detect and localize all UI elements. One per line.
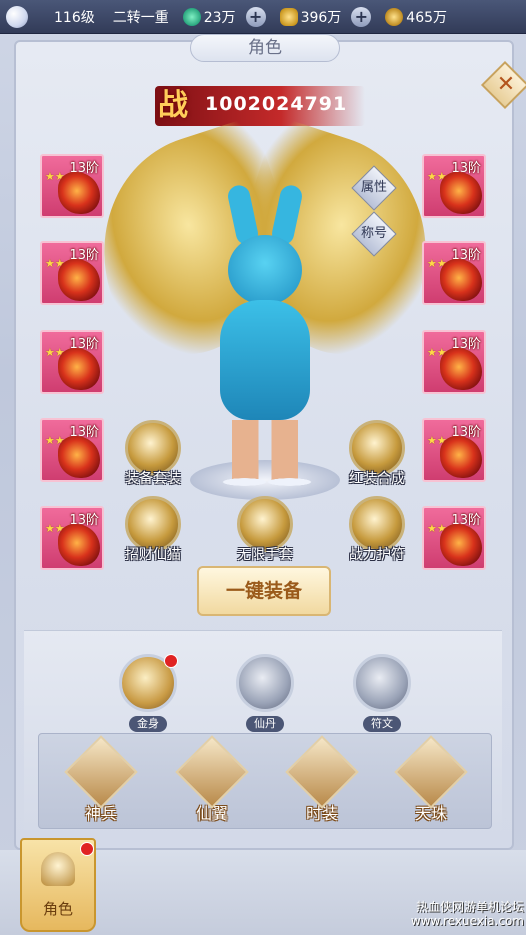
player-realm: 二转一重 xyxy=(112,9,169,26)
title-button[interactable]: 称号 xyxy=(354,214,394,254)
jade-amount: 23万 xyxy=(203,9,236,26)
belt-icon xyxy=(440,348,482,390)
coin-amount: 465万 xyxy=(406,9,448,26)
watermark: 热血侠网游单机论坛 www.rexuexia.com xyxy=(404,900,524,928)
power-charm-button[interactable]: 战力护符 xyxy=(342,496,412,564)
jade-icon xyxy=(182,7,201,26)
equip-set-label: 装备套装 xyxy=(125,471,181,487)
elixir-button[interactable]: 仙丹 xyxy=(233,654,297,732)
infinite-glove-button[interactable]: 无限手套 xyxy=(230,496,300,564)
rune-label: 符文 xyxy=(363,716,401,732)
red-synth-button[interactable]: 红装合成 xyxy=(342,420,412,488)
ingot-icon xyxy=(279,7,298,26)
add-ingot-button[interactable]: + xyxy=(351,6,372,27)
player-level: 116级 xyxy=(54,9,95,26)
divine-weapon-icon xyxy=(64,735,138,809)
power-charm-label: 战力护符 xyxy=(349,547,405,563)
rune-button[interactable]: 符文 xyxy=(350,654,414,732)
combat-power-icon: 战 xyxy=(158,88,188,123)
character-head[interactable] xyxy=(228,235,302,305)
shoulder-icon xyxy=(440,172,482,214)
red-synth-label: 红装合成 xyxy=(349,471,405,487)
ring-icon xyxy=(440,436,482,478)
golden-body-label: 金身 xyxy=(129,716,167,732)
coin-currency: 465万 xyxy=(385,7,447,27)
ingot-currency: 396万 xyxy=(279,7,342,27)
slot-stars: ★★★★ xyxy=(45,257,84,271)
equip-slot-necklace[interactable]: 13阶 ★★★★ xyxy=(422,241,486,305)
watermark-line2: www.rexuexia.com xyxy=(410,914,524,928)
armor-icon xyxy=(58,348,100,390)
tab-fashion[interactable]: 时装 xyxy=(284,735,360,824)
wings-icon xyxy=(175,735,249,809)
helmet-icon xyxy=(41,852,75,886)
infinite-glove-label: 无限手套 xyxy=(237,547,293,563)
equip-set-button[interactable]: 装备套装 xyxy=(118,420,188,488)
slot-stars: ★★★★ xyxy=(427,434,466,448)
equip-slot-shoulder[interactable]: 13阶 ★★★★ xyxy=(422,154,486,218)
slot-stars: ★★★★ xyxy=(427,522,466,536)
combat-power-value: 1002024791 xyxy=(205,93,348,115)
rune-icon xyxy=(353,654,411,712)
feature-tabs: 神兵 仙翼 时装 天珠 xyxy=(38,733,492,829)
notification-dot xyxy=(164,654,178,668)
equip-slot-bracer[interactable]: 13阶 ★★★★ xyxy=(422,506,486,570)
close-icon[interactable]: ✕ xyxy=(496,70,516,100)
nav-role-label: 角色 xyxy=(42,900,73,918)
jade-currency: 23万 xyxy=(182,7,236,27)
top-status-bar: 116级 二转一重 23万 + 396万 + 465万 xyxy=(0,0,526,34)
equip-slot-weapon[interactable]: 13阶 ★★★★ xyxy=(40,154,104,218)
fashion-icon xyxy=(285,735,359,809)
slot-stars: ★★★★ xyxy=(427,170,466,184)
equip-slot-belt[interactable]: 13阶 ★★★★ xyxy=(422,330,486,394)
necklace-icon xyxy=(440,259,482,301)
add-jade-button[interactable]: + xyxy=(245,6,266,27)
coin-icon xyxy=(385,7,404,26)
one-key-equip-button[interactable]: 一键装备 xyxy=(197,566,331,616)
tab-heaven-orb[interactable]: 天珠 xyxy=(393,735,469,824)
boots-icon xyxy=(58,524,100,566)
slot-stars: ★★★★ xyxy=(45,346,84,360)
bracer-icon xyxy=(440,524,482,566)
notification-dot xyxy=(80,842,94,856)
character-model[interactable] xyxy=(220,300,310,420)
elixir-icon xyxy=(236,654,294,712)
slot-stars: ★★★★ xyxy=(45,170,84,184)
lucky-cat-button[interactable]: 招财仙猫 xyxy=(118,496,188,564)
lucky-cat-label: 招财仙猫 xyxy=(125,547,181,563)
equip-slot-helmet[interactable]: 13阶 ★★★★ xyxy=(40,241,104,305)
moon-icon[interactable] xyxy=(6,5,28,28)
equip-slot-boots[interactable]: 13阶 ★★★★ xyxy=(40,506,104,570)
equip-slot-gloves[interactable]: 13阶 ★★★★ xyxy=(40,418,104,482)
weapon-icon xyxy=(58,172,100,214)
slot-stars: ★★★★ xyxy=(45,522,84,536)
slot-stars: ★★★★ xyxy=(45,434,84,448)
tab-wings[interactable]: 仙翼 xyxy=(174,735,250,824)
elixir-label: 仙丹 xyxy=(246,716,284,732)
heaven-orb-icon xyxy=(394,735,468,809)
slot-stars: ★★★★ xyxy=(427,346,466,360)
helmet-icon xyxy=(58,259,100,301)
ingot-amount: 396万 xyxy=(300,9,342,26)
attributes-button[interactable]: 属性 xyxy=(354,168,394,208)
tab-divine-weapon[interactable]: 神兵 xyxy=(63,735,139,824)
slot-stars: ★★★★ xyxy=(427,257,466,271)
gloves-icon xyxy=(58,436,100,478)
character-shoes xyxy=(222,470,312,494)
panel-title: 角色 xyxy=(190,34,340,62)
watermark-line1: 热血侠网游单机论坛 xyxy=(415,900,524,914)
equip-slot-armor[interactable]: 13阶 ★★★★ xyxy=(40,330,104,394)
equip-slot-ring[interactable]: 13阶 ★★★★ xyxy=(422,418,486,482)
